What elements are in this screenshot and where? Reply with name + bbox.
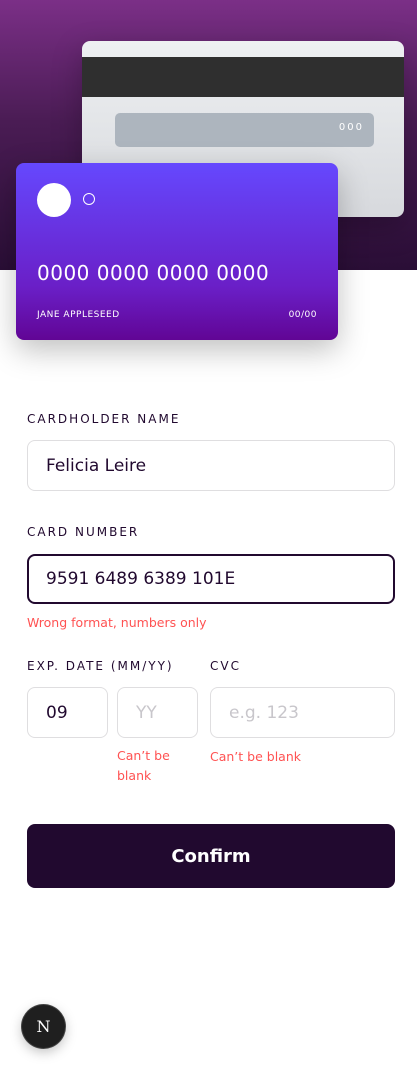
- exp-year-input[interactable]: YY: [117, 687, 198, 738]
- card-front: 0000 0000 0000 0000 JANE APPLESEED 00/00: [16, 163, 338, 340]
- card-number-value: 9591 6489 6389 101E: [46, 569, 236, 589]
- cardholder-name-input[interactable]: Felicia Leire: [27, 440, 395, 491]
- confirm-button[interactable]: Confirm: [27, 824, 395, 888]
- card-number-display: 0000 0000 0000 0000: [37, 261, 270, 285]
- cvc-input[interactable]: e.g. 123: [210, 687, 395, 738]
- card-number-input[interactable]: 9591 6489 6389 101E: [27, 554, 395, 604]
- nextjs-dev-badge-icon[interactable]: N: [22, 1005, 65, 1048]
- confirm-button-label: Confirm: [171, 845, 251, 867]
- exp-month-input[interactable]: 09: [27, 687, 108, 738]
- cvc-error: Can’t be blank: [210, 749, 301, 764]
- cardholder-name-label: CARDHOLDER NAME: [27, 412, 181, 426]
- signature-strip: 000: [115, 113, 374, 147]
- card-expiry-display: 00/00: [288, 310, 317, 320]
- card-logo-circle-icon: [37, 183, 71, 217]
- exp-year-error-line2: blank: [117, 768, 152, 783]
- card-logo-ring-icon: [83, 193, 95, 205]
- card-cvc-display: 000: [338, 122, 364, 133]
- card-number-label: CARD NUMBER: [27, 525, 140, 539]
- magnetic-stripe: [82, 57, 404, 97]
- exp-year-error: Can’t be blank: [117, 746, 170, 786]
- card-number-error: Wrong format, numbers only: [27, 615, 207, 630]
- exp-year-error-line1: Can’t be: [117, 748, 170, 763]
- exp-date-label: EXP. DATE (MM/YY): [27, 659, 174, 673]
- exp-year-placeholder: YY: [136, 702, 157, 723]
- cvc-label: CVC: [210, 659, 241, 673]
- card-name-display: JANE APPLESEED: [37, 310, 120, 320]
- badge-letter: N: [36, 1017, 51, 1036]
- cvc-placeholder: e.g. 123: [229, 702, 299, 723]
- cardholder-name-value: Felicia Leire: [46, 455, 147, 476]
- exp-month-value: 09: [46, 702, 68, 723]
